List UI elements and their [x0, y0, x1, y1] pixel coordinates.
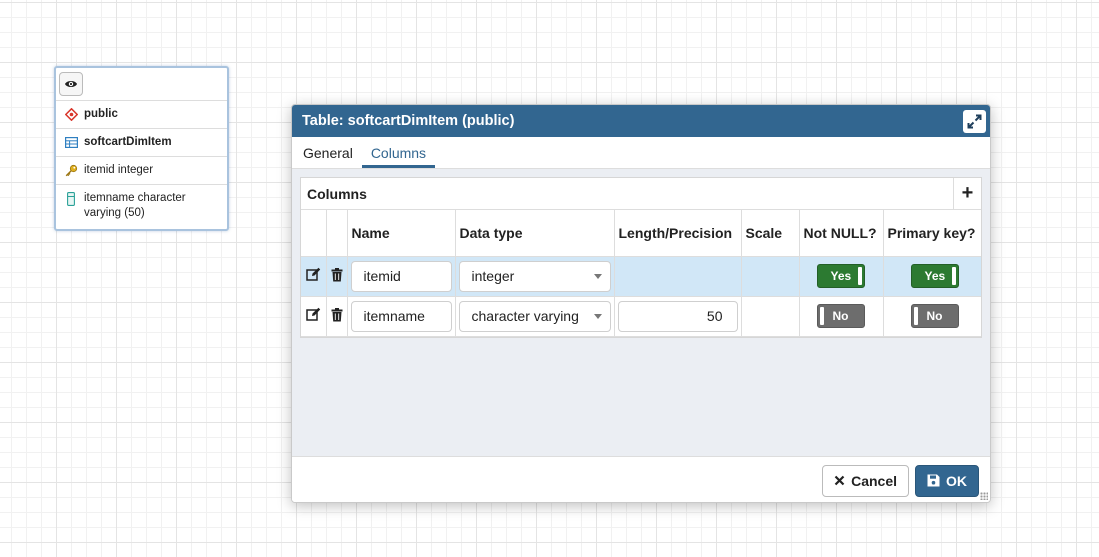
ok-label: OK [946, 472, 967, 489]
columns-table: Name Data type Length/Precision Scale No… [301, 210, 981, 337]
eye-icon [65, 81, 77, 87]
save-icon [927, 474, 940, 487]
close-icon [834, 475, 845, 486]
node-table-label: softcartDimItem [84, 136, 172, 148]
table-icon [64, 135, 78, 150]
cancel-label: Cancel [851, 472, 897, 489]
node-table-row: softcartDimItem [56, 129, 227, 157]
show-details-button[interactable] [59, 72, 83, 96]
data-type-select[interactable]: integer [458, 260, 611, 292]
node-schema-label: public [84, 108, 118, 120]
data-type-select[interactable]: character varying [458, 300, 611, 332]
chevron-down-icon [593, 313, 602, 319]
not-null-toggle[interactable]: No [816, 304, 865, 328]
delete-row-button[interactable] [326, 296, 348, 337]
edit-icon [306, 267, 320, 281]
edit-icon [306, 307, 320, 321]
tab-columns[interactable]: Columns [361, 137, 436, 168]
node-schema-row: public [56, 101, 227, 129]
trash-icon [331, 267, 342, 281]
column-name-input[interactable]: itemname [350, 300, 452, 332]
node-column-label: itemname character varying (50) [84, 192, 186, 219]
header-primary-key: Primary key? [883, 210, 981, 257]
dialog-body: Columns + Name Data type Length/Precisio… [292, 169, 990, 456]
column-name-input[interactable]: itemid [350, 260, 452, 292]
erd-table-node[interactable]: public softcartDimItem itemid integer it… [54, 66, 229, 231]
table-row: itemname character varying 50 No No [301, 296, 981, 337]
resize-handle[interactable] [980, 492, 988, 500]
key-icon [64, 163, 78, 178]
cancel-button[interactable]: Cancel [822, 464, 909, 497]
schema-icon [64, 107, 78, 122]
trash-icon [331, 307, 342, 321]
tab-general[interactable]: General [294, 137, 362, 168]
node-column-row: itemname character varying (50) [56, 185, 227, 227]
maximize-button[interactable] [963, 110, 986, 133]
dialog-footer: Cancel OK [292, 456, 990, 502]
expand-icon [967, 114, 982, 129]
not-null-toggle-label: Yes [830, 269, 852, 283]
table-row: itemid integer Yes Yes [301, 256, 981, 297]
add-column-button[interactable]: + [953, 178, 981, 209]
node-toolbar [56, 68, 227, 101]
node-column-label: itemid integer [84, 164, 154, 176]
edit-row-button[interactable] [301, 256, 327, 297]
header-data-type: Data type [455, 210, 615, 257]
dialog-title: Table: softcartDimItem (public) [302, 113, 515, 129]
header-not-null: Not NULL? [799, 210, 884, 257]
not-null-toggle[interactable]: Yes [816, 264, 865, 288]
columns-panel-header: Columns + [301, 178, 981, 210]
header-length-precision: Length/Precision [614, 210, 742, 257]
ok-button[interactable]: OK [915, 464, 979, 497]
scale-cell[interactable] [741, 256, 800, 297]
primary-key-toggle[interactable]: Yes [910, 264, 959, 288]
delete-row-button[interactable] [326, 256, 348, 297]
length-precision-cell[interactable] [614, 256, 742, 297]
data-type-value: integer [471, 268, 515, 284]
header-edit-cell [301, 210, 327, 257]
columns-panel-title: Columns [307, 185, 367, 202]
table-header-row: Name Data type Length/Precision Scale No… [301, 210, 981, 257]
primary-key-toggle[interactable]: No [910, 304, 959, 328]
node-column-row: itemid integer [56, 157, 227, 185]
edit-row-button[interactable] [301, 296, 327, 337]
header-scale: Scale [741, 210, 800, 257]
primary-key-toggle-label: Yes [924, 269, 946, 283]
header-name: Name [347, 210, 456, 257]
not-null-toggle-label: No [832, 309, 849, 323]
plus-icon: + [961, 182, 974, 204]
table-dialog: Table: softcartDimItem (public) General … [291, 104, 991, 503]
primary-key-toggle-label: No [926, 309, 943, 323]
length-precision-input[interactable]: 50 [617, 300, 738, 332]
dialog-tabs: General Columns [292, 137, 990, 169]
header-delete-cell [326, 210, 348, 257]
dialog-header[interactable]: Table: softcartDimItem (public) [292, 105, 990, 137]
column-icon [64, 191, 78, 206]
columns-panel: Columns + Name Data type Length/Precisio… [300, 177, 982, 338]
chevron-down-icon [593, 273, 602, 279]
scale-cell[interactable] [741, 296, 800, 337]
data-type-value: character varying [471, 308, 579, 324]
